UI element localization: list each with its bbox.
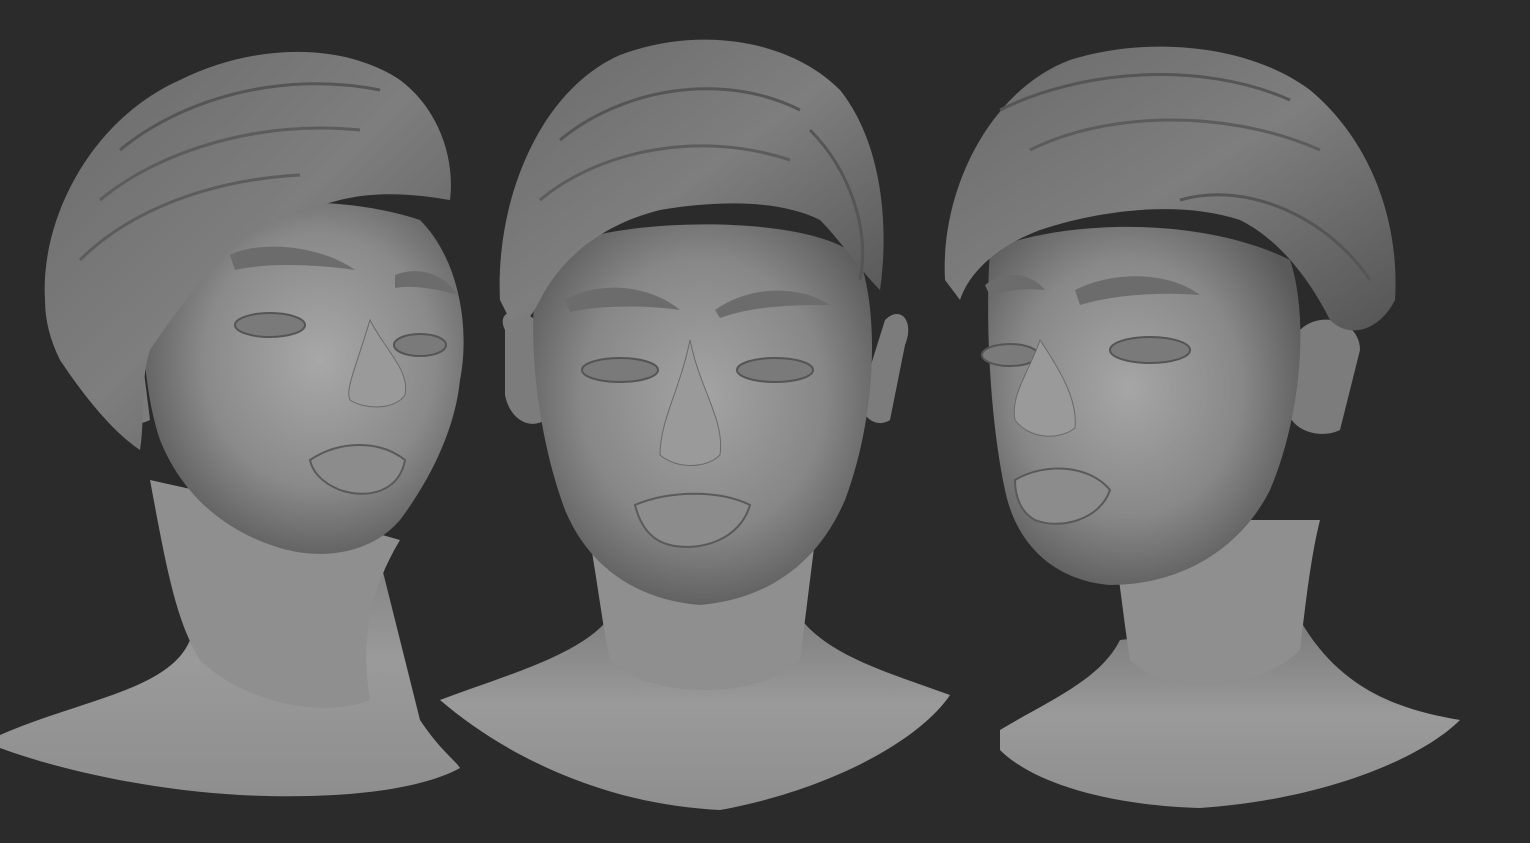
head-sculpt-front: [440, 39, 950, 810]
front-eye-left: [581, 357, 659, 383]
sculpt-viewport[interactable]: [0, 0, 1530, 843]
front-eye-right: [736, 357, 814, 383]
left-eye-2: [393, 333, 447, 357]
head-sculpt-right: [944, 46, 1460, 808]
sculpt-render-canvas: [0, 39, 1460, 810]
left-eye-1: [234, 312, 306, 338]
right-eye-1: [981, 343, 1039, 367]
head-sculpt-left: [0, 51, 464, 797]
right-eye-2: [1109, 336, 1191, 364]
